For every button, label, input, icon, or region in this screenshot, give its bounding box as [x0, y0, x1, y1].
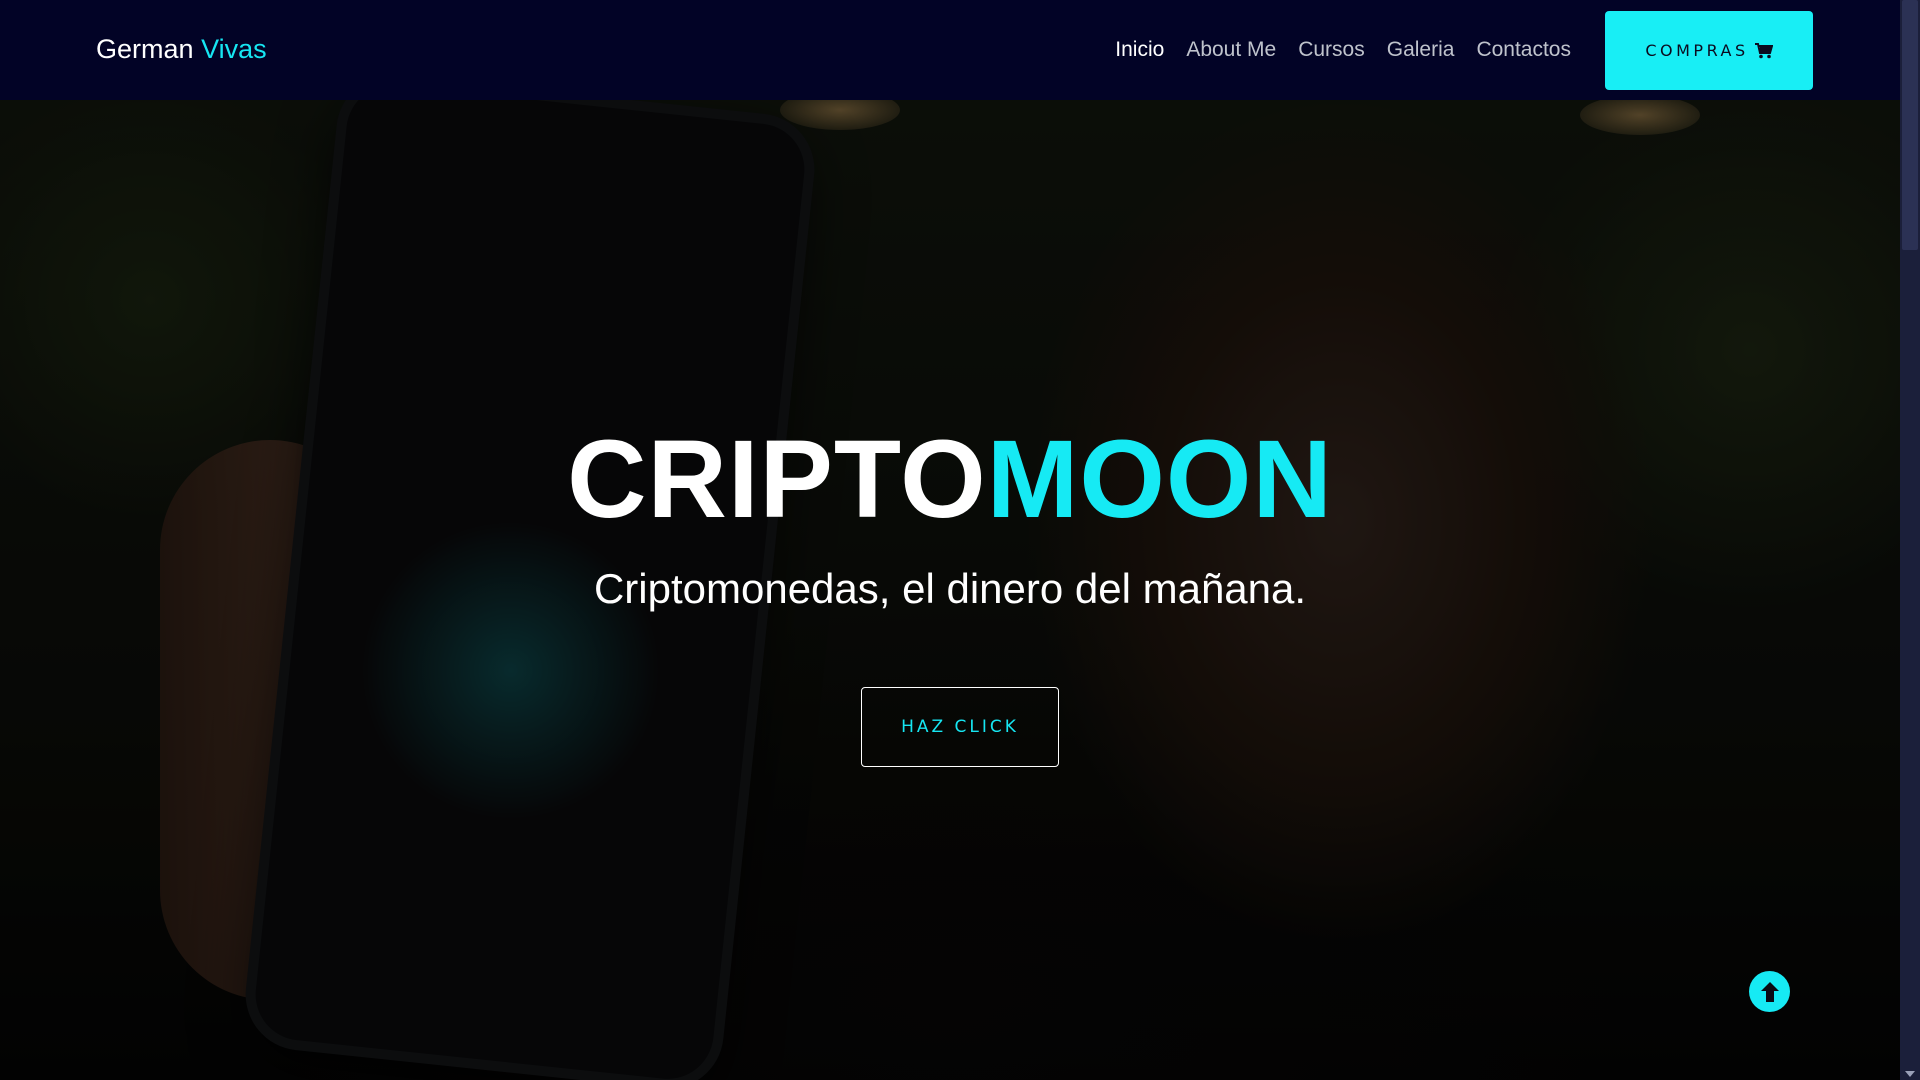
hero-section: CRIPTOMOON Criptomonedas, el dinero del … [0, 100, 1900, 1080]
page-scrollbar[interactable] [1900, 0, 1920, 1080]
nav-links: Inicio About Me Cursos Galeria Contactos [1115, 38, 1571, 62]
hero-title-white: CRIPTO [567, 418, 987, 541]
navbar: German Vivas Inicio About Me Cursos Gale… [0, 0, 1900, 100]
hero-subtitle: Criptomonedas, el dinero del mañana. [593, 565, 1307, 612]
hero-title: CRIPTOMOON [0, 425, 1900, 535]
hero-title-accent: MOON [986, 418, 1333, 541]
scroll-to-top-button[interactable] [1749, 971, 1790, 1012]
compras-button[interactable]: COMPRAS [1605, 11, 1813, 90]
nav-link-inicio[interactable]: Inicio [1115, 38, 1164, 62]
scroll-down-arrow-icon[interactable] [1905, 1071, 1915, 1077]
nav-link-contactos[interactable]: Contactos [1476, 38, 1571, 62]
compras-label: COMPRAS [1645, 41, 1749, 60]
brand-second: Vivas [201, 34, 267, 64]
scrollbar-thumb[interactable] [1902, 0, 1918, 250]
shopping-cart-icon [1754, 42, 1773, 58]
nav-link-galeria[interactable]: Galeria [1387, 38, 1455, 62]
nav-link-about-me[interactable]: About Me [1186, 38, 1276, 62]
brand-first: German [96, 34, 194, 64]
nav-link-cursos[interactable]: Cursos [1298, 38, 1365, 62]
arrow-up-circle-icon [1760, 981, 1779, 1002]
haz-click-button[interactable]: HAZ CLICK [861, 687, 1059, 767]
brand-logo[interactable]: German Vivas [96, 34, 267, 65]
